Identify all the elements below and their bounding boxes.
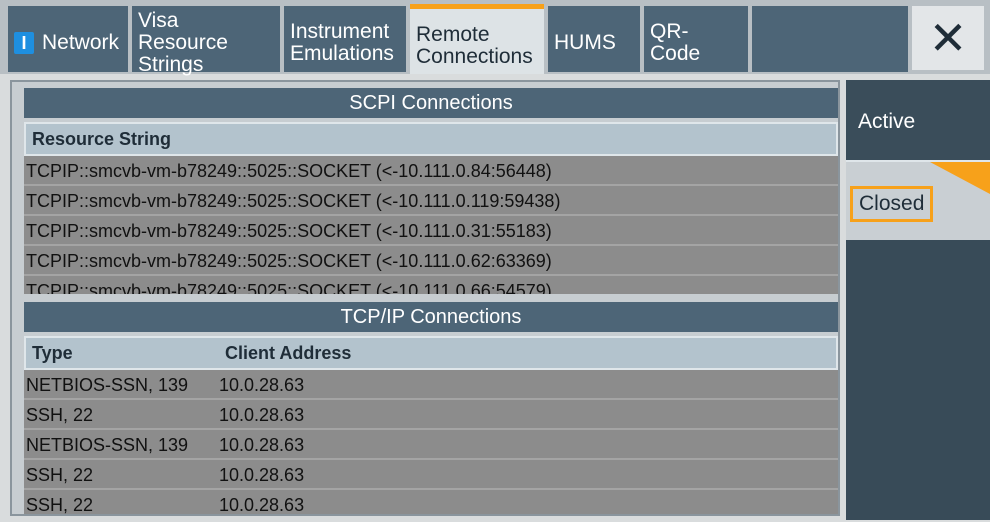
active-button[interactable]: Active: [846, 80, 990, 162]
tab-label: Remote Connections: [416, 22, 533, 68]
column-header-client-address: Client Address: [225, 343, 352, 363]
table-row[interactable]: SSH, 22 10.0.28.63: [24, 400, 838, 430]
resource-string-cell: TCPIP::smcvb-vm-b78249::5025::SOCKET (<-…: [26, 191, 561, 211]
tcpip-table-header: Type Client Address: [24, 336, 838, 370]
tab-label: QR- Code: [650, 20, 701, 65]
closed-label: Closed: [850, 186, 934, 222]
active-label: Active: [858, 110, 916, 133]
info-icon: I: [14, 32, 34, 54]
table-row[interactable]: SSH, 22 10.0.28.63: [24, 460, 838, 490]
type-cell: NETBIOS-SSN, 139: [26, 435, 189, 455]
tab-network[interactable]: I Network: [8, 6, 128, 72]
tcpip-section-title: TCP/IP Connections: [24, 302, 838, 332]
closed-button[interactable]: Closed: [846, 162, 990, 240]
tab-label: HUMS: [554, 31, 616, 54]
table-row[interactable]: SSH, 22 10.0.28.63: [24, 490, 838, 514]
client-address-cell: 10.0.28.63: [219, 375, 305, 395]
column-header-type: Type: [32, 343, 73, 363]
tab-label: Network: [42, 31, 120, 54]
table-row[interactable]: TCPIP::smcvb-vm-b78249::5025::SOCKET (<-…: [24, 276, 838, 294]
scpi-section-title: SCPI Connections: [24, 88, 838, 118]
selected-corner-indicator: [930, 162, 990, 194]
column-header-resource-string: Resource String: [32, 129, 172, 149]
tab-label: Visa Resource Strings: [138, 9, 228, 76]
resource-string-cell: TCPIP::smcvb-vm-b78249::5025::SOCKET (<-…: [26, 281, 552, 294]
table-row[interactable]: TCPIP::smcvb-vm-b78249::5025::SOCKET (<-…: [24, 216, 838, 246]
client-address-cell: 10.0.28.63: [219, 405, 305, 425]
type-cell: NETBIOS-SSN, 139: [26, 375, 189, 395]
tab-empty: [752, 6, 908, 72]
client-address-cell: 10.0.28.63: [219, 465, 305, 485]
table-row[interactable]: TCPIP::smcvb-vm-b78249::5025::SOCKET (<-…: [24, 246, 838, 276]
table-row[interactable]: NETBIOS-SSN, 139 10.0.28.63: [24, 370, 838, 400]
tab-remote-connections[interactable]: Remote Connections: [410, 4, 544, 74]
resource-string-cell: TCPIP::smcvb-vm-b78249::5025::SOCKET (<-…: [26, 251, 552, 271]
table-row[interactable]: NETBIOS-SSN, 139 10.0.28.63: [24, 430, 838, 460]
scpi-table[interactable]: Resource String TCPIP::smcvb-vm-b78249::…: [24, 122, 838, 294]
tab-qr-code[interactable]: QR- Code: [644, 6, 748, 72]
tcpip-table[interactable]: Type Client Address NETBIOS-SSN, 139 10.…: [24, 336, 838, 514]
table-row[interactable]: TCPIP::smcvb-vm-b78249::5025::SOCKET (<-…: [24, 186, 838, 216]
scpi-table-header: Resource String: [24, 122, 838, 156]
type-cell: SSH, 22: [26, 495, 94, 514]
tab-visa-resource-strings[interactable]: Visa Resource Strings: [132, 6, 280, 76]
close-button[interactable]: ✕: [912, 6, 984, 70]
connection-state-sidebar: Active Closed: [846, 80, 990, 520]
tab-bar: I Network Visa Resource Strings Instrume…: [0, 0, 990, 76]
tab-label: Instrument Emulations: [290, 20, 394, 65]
resource-string-cell: TCPIP::smcvb-vm-b78249::5025::SOCKET (<-…: [26, 161, 552, 181]
close-icon: ✕: [928, 12, 968, 64]
sidebar-empty-area: [846, 240, 990, 520]
type-cell: SSH, 22: [26, 405, 94, 425]
type-cell: SSH, 22: [26, 465, 94, 485]
table-row[interactable]: TCPIP::smcvb-vm-b78249::5025::SOCKET (<-…: [24, 156, 838, 186]
connections-panel: SCPI Connections Resource String TCPIP::…: [10, 80, 840, 516]
client-address-cell: 10.0.28.63: [219, 495, 305, 514]
tab-hums[interactable]: HUMS: [548, 6, 640, 72]
client-address-cell: 10.0.28.63: [219, 435, 305, 455]
tab-instrument-emulations[interactable]: Instrument Emulations: [284, 6, 406, 72]
resource-string-cell: TCPIP::smcvb-vm-b78249::5025::SOCKET (<-…: [26, 221, 552, 241]
